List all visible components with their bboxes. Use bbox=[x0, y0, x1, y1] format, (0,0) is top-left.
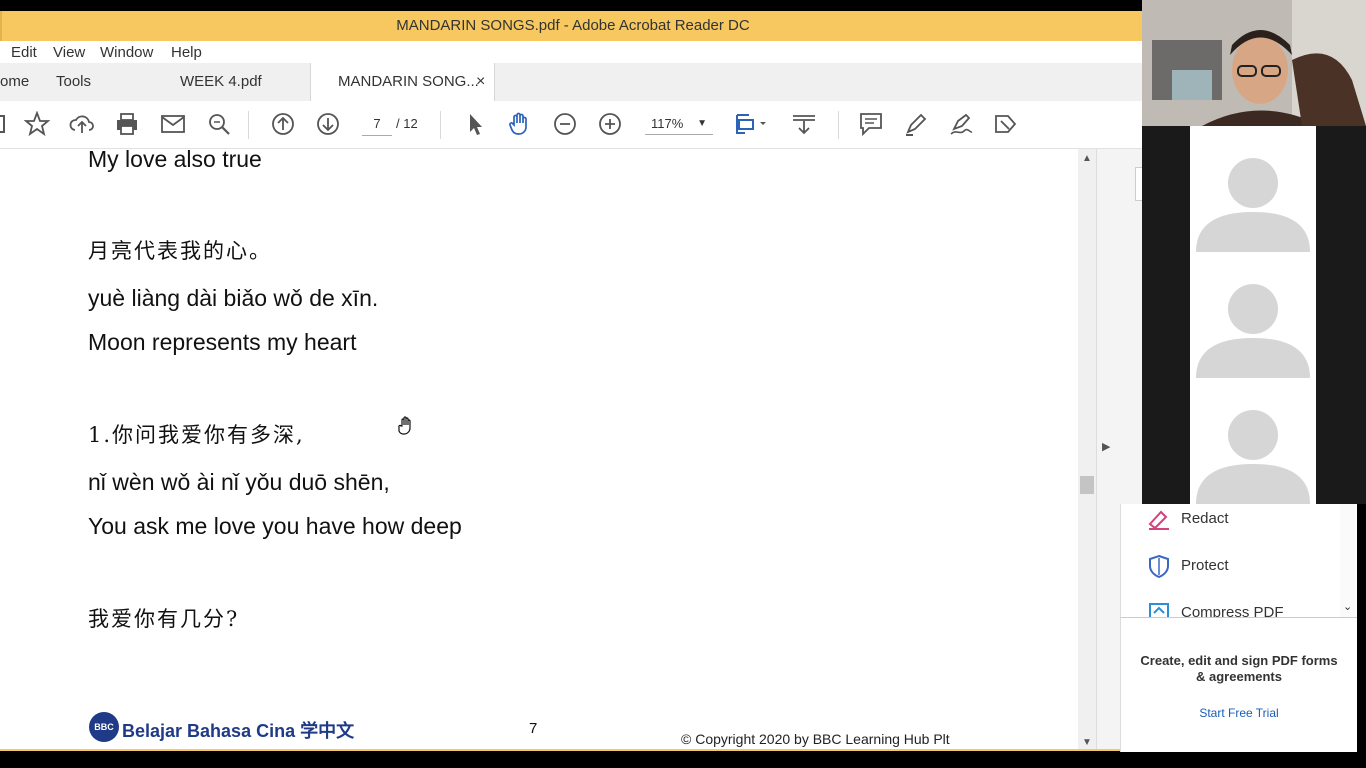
tool-redact[interactable]: Redact bbox=[1181, 510, 1229, 527]
promo-headline: Create, edit and sign PDF forms & agreem… bbox=[1140, 653, 1338, 684]
toolbar-separator bbox=[248, 111, 249, 139]
document-view[interactable]: My love also true 月亮代表我的心。 yuè liàng dài… bbox=[0, 149, 1078, 755]
sign-icon[interactable] bbox=[948, 111, 974, 137]
compress-pdf-icon bbox=[1147, 601, 1171, 617]
tab-tools[interactable]: Tools bbox=[56, 63, 91, 101]
lyric-line-pinyin: nǐ wèn wǒ ài nǐ yǒu duō shēn, bbox=[88, 469, 390, 495]
scrollbar-thumb[interactable] bbox=[1080, 476, 1094, 494]
cloud-upload-icon[interactable] bbox=[69, 111, 95, 137]
expand-panel-icon[interactable]: ▶ bbox=[1102, 440, 1110, 453]
scroll-down-icon[interactable]: ▼ bbox=[1082, 737, 1092, 748]
next-page-icon[interactable] bbox=[315, 111, 341, 137]
zoom-out-icon[interactable] bbox=[552, 111, 578, 137]
menu-window[interactable]: Window bbox=[100, 44, 153, 61]
acrobat-window: MANDARIN SONGS.pdf - Adobe Acrobat Reade… bbox=[0, 0, 1142, 768]
search-icon[interactable] bbox=[206, 111, 232, 137]
sidebar-toggle-icon[interactable] bbox=[0, 111, 12, 137]
tool-protect[interactable]: Protect bbox=[1181, 557, 1229, 574]
protect-icon bbox=[1148, 554, 1170, 579]
hand-icon[interactable] bbox=[507, 111, 533, 137]
lyric-line-chinese: 月亮代表我的心。 bbox=[88, 239, 272, 263]
comment-icon[interactable] bbox=[858, 111, 884, 137]
print-icon[interactable] bbox=[114, 111, 140, 137]
toolbar-separator bbox=[440, 111, 441, 139]
lyric-line-chinese: 我爱你有几分? bbox=[88, 607, 240, 631]
vertical-scrollbar[interactable]: ▲ ▼ bbox=[1078, 149, 1096, 755]
lyric-line-english: My love also true bbox=[88, 149, 262, 172]
page-total: / 12 bbox=[396, 116, 418, 131]
redact-icon bbox=[1147, 508, 1171, 530]
fit-page-icon[interactable] bbox=[734, 111, 770, 137]
tab-mandarin-songs[interactable]: MANDARIN SONG... × bbox=[310, 63, 495, 102]
tab-mandarin-songs-label: MANDARIN SONG... bbox=[338, 73, 479, 90]
participant-tile bbox=[1190, 378, 1316, 504]
tab-bar: ome Tools WEEK 4.pdf MANDARIN SONG... × bbox=[0, 63, 1142, 102]
participant-tile bbox=[1190, 126, 1316, 252]
mail-icon[interactable] bbox=[160, 111, 186, 137]
footer-brand: Belajar Bahasa Cina 学中文 bbox=[122, 721, 355, 741]
toolbar: 7 / 12 117% ▼ bbox=[0, 101, 1142, 149]
scroll-up-icon[interactable]: ▲ bbox=[1082, 153, 1092, 164]
footer-copyright: © Copyright 2020 by BBC Learning Hub Plt bbox=[681, 731, 950, 747]
lyric-line-chinese: 1.你问我爱你有多深, bbox=[88, 423, 305, 447]
lyric-line-english: Moon represents my heart bbox=[88, 329, 357, 355]
chevron-down-icon[interactable]: ⌄ bbox=[1343, 600, 1352, 613]
panel-handle[interactable] bbox=[1135, 167, 1142, 201]
zoom-level-select[interactable]: 117% ▼ bbox=[645, 113, 713, 135]
tool-compress-pdf[interactable]: Compress PDF bbox=[1181, 604, 1284, 617]
menu-view[interactable]: View bbox=[53, 44, 85, 61]
scroll-mode-icon[interactable] bbox=[791, 111, 817, 137]
title-bar: MANDARIN SONGS.pdf - Adobe Acrobat Reade… bbox=[0, 11, 1142, 41]
chevron-down-icon: ▼ bbox=[697, 118, 707, 129]
close-tab-icon[interactable]: × bbox=[476, 63, 485, 101]
footer-page-number: 7 bbox=[529, 720, 538, 737]
menu-edit[interactable]: Edit bbox=[11, 44, 37, 61]
tab-week4[interactable]: WEEK 4.pdf bbox=[180, 63, 262, 101]
bottom-border bbox=[0, 751, 1142, 768]
start-free-trial-link[interactable]: Start Free Trial bbox=[1121, 706, 1357, 720]
menu-help[interactable]: Help bbox=[171, 44, 202, 61]
page-number-input[interactable]: 7 bbox=[362, 113, 392, 136]
menu-bar: Edit View Window Help bbox=[0, 41, 1142, 63]
tools-pane-scrollbar[interactable]: ⌄ bbox=[1340, 504, 1356, 617]
zoom-in-icon[interactable] bbox=[597, 111, 623, 137]
top-border bbox=[0, 0, 1142, 11]
zoom-value: 117% bbox=[651, 116, 684, 131]
tools-pane: Redact Protect Compress PDF bbox=[1120, 504, 1357, 617]
prev-page-icon[interactable] bbox=[270, 111, 296, 137]
participant-camera-video bbox=[1142, 0, 1366, 127]
video-call-panel bbox=[1142, 0, 1366, 504]
lyric-line-pinyin: yuè liàng dài biǎo wǒ de xīn. bbox=[88, 285, 379, 311]
star-icon[interactable] bbox=[23, 110, 51, 137]
bbc-logo-icon: BBC bbox=[89, 712, 119, 742]
select-icon[interactable] bbox=[462, 111, 488, 137]
lyric-line-english: You ask me love you have how deep bbox=[88, 513, 462, 539]
promo-box: Create, edit and sign PDF forms & agreem… bbox=[1120, 617, 1357, 752]
participant-tile bbox=[1190, 252, 1316, 378]
hand-cursor-icon bbox=[398, 416, 416, 436]
window-title: MANDARIN SONGS.pdf - Adobe Acrobat Reade… bbox=[396, 17, 750, 34]
highlight-icon[interactable] bbox=[903, 111, 929, 137]
more-tools-icon[interactable] bbox=[993, 111, 1019, 137]
tab-home[interactable]: ome bbox=[0, 63, 29, 101]
toolbar-separator bbox=[838, 111, 839, 139]
